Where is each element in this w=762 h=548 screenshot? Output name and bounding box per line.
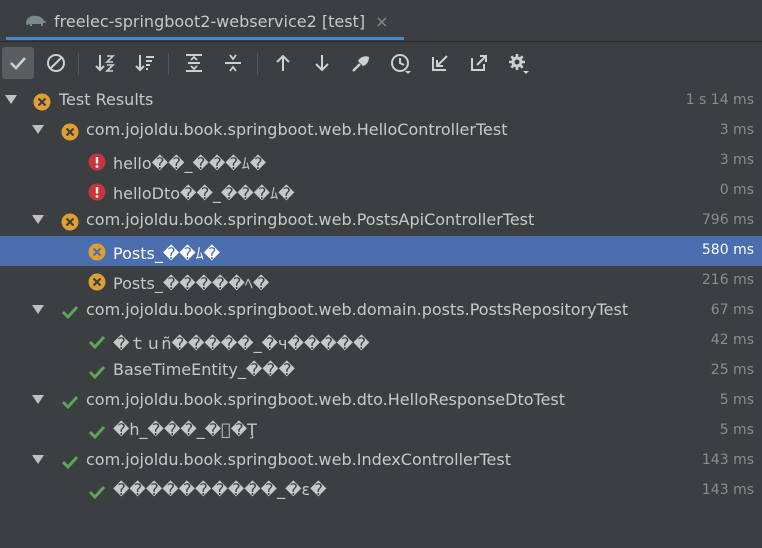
- export-test-results-button[interactable]: [424, 47, 456, 79]
- tree-node-test[interactable]: Posts_�����ﾍ� 216 ms: [0, 266, 762, 296]
- next-failed-test-button[interactable]: [306, 47, 338, 79]
- sort-duration-icon: [135, 55, 154, 72]
- tree-node-label: BaseTimeEntity_���: [113, 360, 296, 379]
- tree-node-test[interactable]: ����������_�ε� 143 ms: [0, 476, 762, 506]
- sort-alphabetically-button[interactable]: [89, 47, 121, 79]
- previous-failed-test-button[interactable]: [267, 47, 299, 79]
- duration-label: 1 s 14 ms: [685, 92, 754, 108]
- tree-node-label: com.jojoldu.book.springboot.web.dto.Hell…: [86, 390, 566, 409]
- tree-node-test[interactable]: �ｔｕñ�����_�ч����� 42 ms: [0, 326, 762, 356]
- duration-label: 3 ms: [719, 122, 754, 138]
- toolbar-separator: [78, 53, 79, 75]
- duration-label: 143 ms: [701, 452, 754, 468]
- chevron-down-icon[interactable]: [32, 455, 44, 464]
- tree-node-label: com.jojoldu.book.springboot.web.domain.p…: [86, 300, 629, 319]
- tab-bar: freelec-springboot2-webservice2 [test] ×: [0, 0, 762, 42]
- tree-node-label: Posts_��ﾑ�: [113, 244, 221, 263]
- tab-title: freelec-springboot2-webservice2 [test]: [54, 11, 366, 31]
- show-passed-button[interactable]: [2, 47, 34, 79]
- tree-node-label: ����������_�ε�: [113, 480, 327, 499]
- tree-node-suite[interactable]: com.jojoldu.book.springboot.web.IndexCon…: [0, 446, 762, 476]
- settings-button[interactable]: [502, 47, 534, 79]
- tab-run-configuration[interactable]: freelec-springboot2-webservice2 [test] ×: [6, 4, 406, 38]
- import-tests-button[interactable]: [345, 47, 377, 79]
- test-passed-icon: [88, 485, 106, 500]
- tree-node-suite[interactable]: com.jojoldu.book.springboot.web.HelloCon…: [0, 116, 762, 146]
- test-failed-icon: [88, 273, 106, 291]
- collapse-all-icon: [225, 54, 241, 72]
- toolbar-separator: [168, 53, 169, 75]
- test-passed-icon: [61, 305, 79, 320]
- tree-node-label: com.jojoldu.book.springboot.web.HelloCon…: [86, 120, 508, 139]
- duration-label: 42 ms: [710, 332, 754, 348]
- test-failed-icon: [33, 93, 51, 111]
- test-passed-icon: [88, 425, 106, 440]
- previous-failed-icon: [276, 54, 290, 71]
- test-runner-toolbar: [0, 43, 762, 85]
- tree-node-label: Posts_�����ﾍ�: [113, 274, 270, 293]
- chevron-down-icon[interactable]: [32, 215, 44, 224]
- duration-label: 580 ms: [701, 242, 754, 258]
- tree-node-suite[interactable]: com.jojoldu.book.springboot.web.dto.Hell…: [0, 386, 762, 416]
- duration-label: 796 ms: [701, 212, 754, 228]
- sort-alpha-icon: [95, 55, 115, 72]
- test-passed-icon: [61, 455, 79, 470]
- test-history-icon: [391, 54, 411, 74]
- tree-node-suite[interactable]: com.jojoldu.book.springboot.web.domain.p…: [0, 296, 762, 326]
- tree-node-test[interactable]: hello��_���ﾑ� 3 ms: [0, 146, 762, 176]
- active-tab-indicator: [6, 37, 404, 40]
- close-icon[interactable]: ×: [375, 12, 388, 31]
- test-error-icon: [88, 183, 106, 201]
- chevron-down-icon[interactable]: [32, 305, 44, 314]
- test-passed-icon: [88, 365, 106, 380]
- tree-node-test-selected[interactable]: Posts_��ﾑ� 580 ms: [0, 236, 762, 266]
- tree-node-label: helloDto��_���ﾑ�: [113, 184, 295, 203]
- chevron-down-icon[interactable]: [32, 125, 44, 134]
- test-error-icon: [88, 153, 106, 171]
- tree-node-label: �ｔｕñ�����_�ч�����: [113, 334, 370, 353]
- toolbar-separator: [257, 53, 258, 75]
- export-icon: [432, 55, 448, 71]
- tree-node-label: �һ_���_�⃞�Ţ: [113, 420, 257, 439]
- open-external-icon: [471, 55, 487, 71]
- collapse-all-button[interactable]: [217, 47, 249, 79]
- chevron-down-icon[interactable]: [32, 395, 44, 404]
- chevron-down-icon[interactable]: [5, 95, 17, 104]
- duration-label: 3 ms: [719, 152, 754, 168]
- duration-label: 5 ms: [719, 392, 754, 408]
- show-ignored-button[interactable]: [40, 47, 72, 79]
- tree-node-test[interactable]: �һ_���_�⃞�Ţ 5 ms: [0, 416, 762, 446]
- tree-node-test[interactable]: BaseTimeEntity_��� 25 ms: [0, 356, 762, 386]
- duration-label: 143 ms: [701, 482, 754, 498]
- duration-label: 0 ms: [719, 182, 754, 198]
- import-tests-icon: [352, 56, 369, 72]
- tree-node-suite[interactable]: com.jojoldu.book.springboot.web.PostsApi…: [0, 206, 762, 236]
- test-failed-icon: [88, 243, 106, 261]
- expand-all-icon: [186, 54, 202, 72]
- expand-all-button[interactable]: [178, 47, 210, 79]
- test-passed-icon: [61, 395, 79, 410]
- gradle-icon: [26, 15, 46, 26]
- open-external-button[interactable]: [463, 47, 495, 79]
- settings-icon: [509, 54, 529, 74]
- sort-by-duration-button[interactable]: [129, 47, 161, 79]
- duration-label: 67 ms: [710, 302, 754, 318]
- duration-label: 216 ms: [701, 272, 754, 288]
- show-passed-icon: [10, 57, 26, 70]
- duration-label: 25 ms: [710, 362, 754, 378]
- test-failed-icon: [61, 213, 79, 231]
- tree-node-label: com.jojoldu.book.springboot.web.IndexCon…: [86, 450, 511, 469]
- tree-node-test[interactable]: helloDto��_���ﾑ� 0 ms: [0, 176, 762, 206]
- test-history-button[interactable]: [385, 47, 417, 79]
- tree-node-test-results[interactable]: Test Results 1 s 14 ms: [0, 86, 762, 116]
- test-failed-icon: [61, 123, 79, 141]
- next-failed-icon: [315, 55, 329, 72]
- test-passed-icon: [88, 335, 106, 350]
- tree-node-label: hello��_���ﾑ�: [113, 154, 267, 173]
- tree-node-label: Test Results: [59, 90, 154, 109]
- show-ignored-icon: [47, 54, 65, 72]
- tree-node-label: com.jojoldu.book.springboot.web.PostsApi…: [86, 210, 535, 229]
- duration-label: 5 ms: [719, 422, 754, 438]
